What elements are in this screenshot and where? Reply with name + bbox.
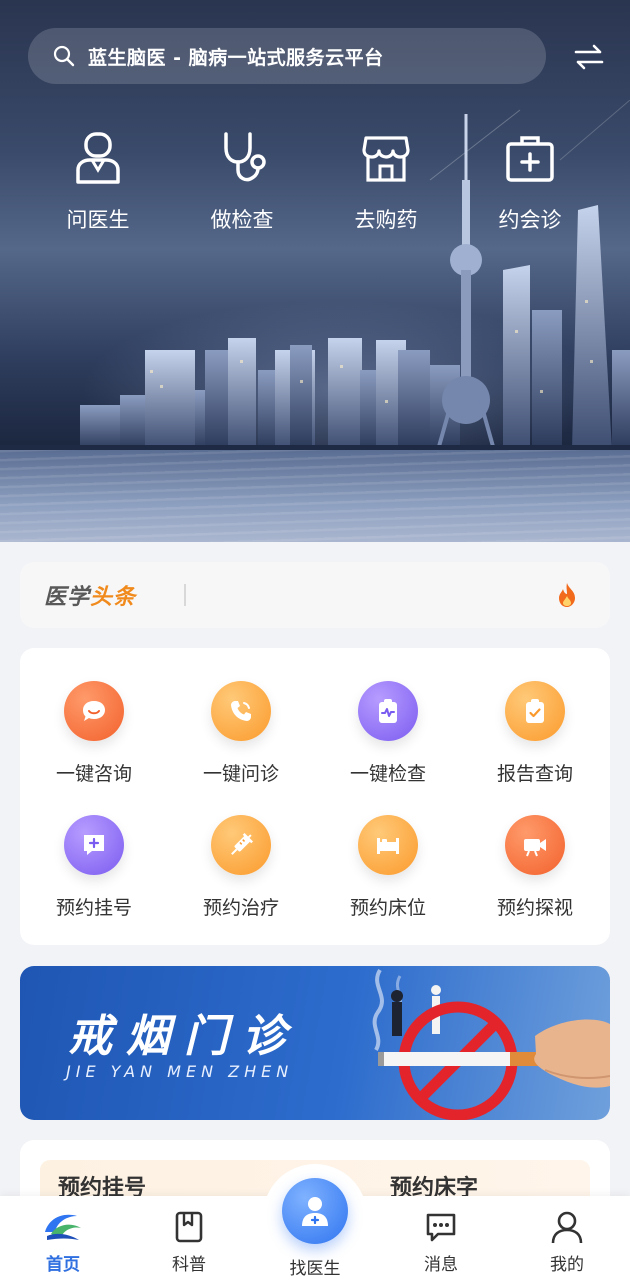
service-register[interactable]: 预约挂号: [20, 815, 168, 920]
quit-smoking-banner[interactable]: 戒烟门诊 JIE YAN MEN ZHEN: [20, 966, 610, 1120]
message-icon: [426, 1213, 456, 1242]
tab-science[interactable]: 科普: [139, 1210, 239, 1275]
stethoscope-icon: [224, 132, 266, 182]
banner-title: 戒烟门诊: [68, 1011, 300, 1062]
service-consult[interactable]: 一键咨询: [20, 681, 168, 786]
chat-bubble-icon: [64, 681, 124, 741]
no-smoking-illustration: [372, 968, 610, 1120]
services-grid: 一键咨询 一键问诊 一键检查 报告查询 预约挂号 预约治疗 预约床位 预约探视: [20, 648, 610, 945]
tab-messages[interactable]: 消息: [391, 1210, 491, 1275]
quick-entry-pharmacy[interactable]: 去购药: [316, 130, 456, 234]
hero-banner: 蓝生脑医 - 脑病一站式服务云平台 问医生 做检查 去购药 约会诊: [0, 0, 630, 542]
medical-kit-icon: [506, 136, 554, 182]
service-label: 一键检查: [349, 763, 426, 785]
tab-label: 首页: [46, 1255, 80, 1275]
tab-label: 科普: [172, 1255, 206, 1275]
quick-entry-ask-doctor[interactable]: 问医生: [28, 130, 168, 234]
video-camera-icon: [505, 815, 565, 875]
swap-icon[interactable]: [572, 40, 606, 74]
service-label: 一键问诊: [202, 763, 279, 785]
service-label: 预约床位: [349, 897, 426, 919]
tab-find-doctor[interactable]: [282, 1178, 348, 1244]
tab-home[interactable]: 首页: [13, 1210, 113, 1275]
home-logo-icon: [45, 1214, 81, 1240]
phone-icon: [211, 681, 271, 741]
divider: [184, 584, 186, 606]
clipboard-pulse-icon: [358, 681, 418, 741]
pharmacy-store-icon: [362, 136, 410, 182]
quick-entry-label: 去购药: [354, 208, 418, 232]
banner-subtitle: JIE YAN MEN ZHEN: [66, 1062, 294, 1081]
service-report[interactable]: 报告查询: [461, 681, 609, 786]
quick-entry-consult[interactable]: 约会诊: [460, 130, 600, 234]
service-visit[interactable]: 预约探视: [461, 815, 609, 920]
find-doctor-icon: [302, 1197, 328, 1226]
search-text: 蓝生脑医 - 脑病一站式服务云平台: [88, 46, 384, 69]
service-inquiry[interactable]: 一键问诊: [167, 681, 315, 786]
service-check[interactable]: 一键检查: [314, 681, 462, 786]
service-treatment[interactable]: 预约治疗: [167, 815, 315, 920]
book-icon: [175, 1211, 203, 1243]
quick-entry-label: 做检查: [210, 208, 274, 232]
quick-entry-label: 约会诊: [498, 208, 562, 232]
search-icon: [53, 45, 75, 67]
tab-label: 找医生: [289, 1259, 341, 1279]
doctor-icon: [76, 132, 120, 184]
service-label: 预约探视: [496, 897, 573, 919]
service-label: 一键咨询: [55, 763, 132, 785]
service-label: 报告查询: [496, 763, 573, 785]
service-label: 预约治疗: [202, 897, 279, 919]
service-bed[interactable]: 预约床位: [314, 815, 462, 920]
clipboard-check-icon: [505, 681, 565, 741]
syringe-icon: [211, 815, 271, 875]
quick-entry-label: 问医生: [66, 208, 130, 232]
tab-mine[interactable]: 我的: [517, 1210, 617, 1275]
fire-icon: [559, 583, 575, 607]
service-label: 预约挂号: [55, 897, 132, 919]
tab-label: 我的: [550, 1255, 584, 1275]
medical-headline-bar[interactable]: 医学头条: [20, 562, 610, 628]
user-icon: [551, 1211, 583, 1244]
quick-entry-exam[interactable]: 做检查: [172, 130, 312, 234]
bed-icon: [358, 815, 418, 875]
search-bar[interactable]: 蓝生脑医 - 脑病一站式服务云平台: [28, 28, 546, 84]
tab-label: 消息: [424, 1255, 458, 1275]
add-message-icon: [64, 815, 124, 875]
medical-headline-logo: 医学头条: [44, 585, 137, 610]
